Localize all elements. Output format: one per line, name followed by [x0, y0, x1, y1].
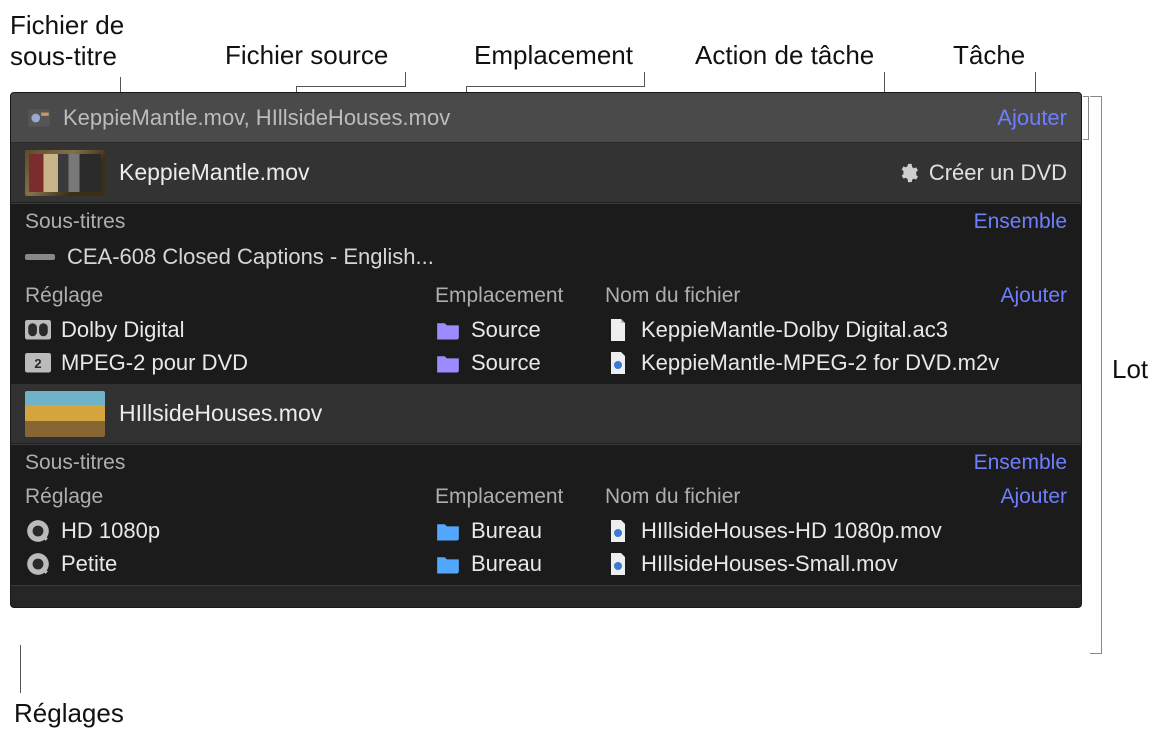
- file-icon: [605, 553, 631, 575]
- columns-header: Réglage Emplacement Nom du fichier Ajout…: [11, 280, 1081, 312]
- output-row[interactable]: Dolby Digital Source KeppieMantle-Dolby …: [11, 312, 1081, 348]
- batch-icon: [25, 104, 53, 132]
- svg-text:2: 2: [34, 356, 41, 371]
- captions-set-button[interactable]: Ensemble: [974, 210, 1067, 234]
- batch-panel: KeppieMantle.mov, HIllsideHouses.mov Ajo…: [10, 92, 1082, 608]
- output-filename-label: HIllsideHouses-Small.mov: [641, 551, 898, 577]
- caption-item-label: CEA-608 Closed Captions - English...: [67, 244, 434, 270]
- col-header-setting: Réglage: [25, 284, 435, 308]
- leader-line: [20, 645, 21, 693]
- task-thumbnail: [25, 391, 105, 437]
- callout-task: Tâche: [953, 40, 1025, 71]
- captions-header: Sous-titres: [25, 210, 125, 234]
- file-icon: [605, 352, 631, 374]
- file-icon: [605, 319, 631, 341]
- output-location-label: Bureau: [471, 551, 542, 577]
- output-setting-label: MPEG-2 pour DVD: [61, 350, 248, 376]
- folder-icon: [435, 520, 461, 542]
- col-header-location: Emplacement: [435, 284, 605, 308]
- callout-subtitle-file: Fichier de sous-titre: [10, 10, 124, 72]
- callout-batch: Lot: [1112, 354, 1148, 385]
- callout-location: Emplacement: [474, 40, 633, 71]
- col-header-setting: Réglage: [25, 485, 435, 509]
- captions-header-row: Sous-titres Ensemble: [11, 204, 1081, 240]
- folder-icon: [435, 352, 461, 374]
- task-section: Sous-titres Ensemble CEA-608 Closed Capt…: [11, 203, 1081, 384]
- gear-icon[interactable]: [897, 162, 919, 184]
- output-row[interactable]: 2 MPEG-2 pour DVD Source KeppieMantle-MP…: [11, 348, 1081, 384]
- batch-add-button[interactable]: Ajouter: [997, 105, 1067, 131]
- col-header-filename: Nom du fichier: [605, 485, 1000, 509]
- task-row[interactable]: HIllsideHouses.mov: [11, 384, 1081, 444]
- columns-header: Réglage Emplacement Nom du fichier Ajout…: [11, 481, 1081, 513]
- output-setting-label: HD 1080p: [61, 518, 160, 544]
- task-section: Sous-titres Ensemble Réglage Emplacement…: [11, 444, 1081, 585]
- task-action-label[interactable]: Créer un DVD: [929, 160, 1067, 186]
- captions-header: Sous-titres: [25, 451, 125, 475]
- folder-icon: [435, 553, 461, 575]
- caption-row[interactable]: CEA-608 Closed Captions - English...: [11, 240, 1081, 280]
- task-name: KeppieMantle.mov: [119, 159, 310, 186]
- leader-line: [405, 72, 406, 87]
- callout-source-file: Fichier source: [225, 40, 388, 71]
- add-output-button[interactable]: Ajouter: [1000, 485, 1067, 509]
- output-row[interactable]: HD 1080p Bureau HIllsideHouses-HD 1080p.…: [11, 513, 1081, 549]
- add-output-button[interactable]: Ajouter: [1000, 284, 1067, 308]
- col-header-location: Emplacement: [435, 485, 605, 509]
- bracket-task: [1083, 96, 1089, 140]
- quicktime-icon: [25, 520, 51, 542]
- quicktime-icon: [25, 553, 51, 575]
- callout-task-action: Action de tâche: [695, 40, 874, 71]
- output-location-label: Bureau: [471, 518, 542, 544]
- mpeg2-icon: 2: [25, 352, 51, 374]
- batch-header[interactable]: KeppieMantle.mov, HIllsideHouses.mov Ajo…: [11, 93, 1081, 143]
- folder-icon: [435, 319, 461, 341]
- output-row[interactable]: Petite Bureau HIllsideHouses-Small.mov: [11, 549, 1081, 585]
- output-setting-label: Petite: [61, 551, 117, 577]
- output-filename-label: KeppieMantle-Dolby Digital.ac3: [641, 317, 948, 343]
- dolby-icon: [25, 319, 51, 341]
- bracket-batch: [1090, 96, 1102, 654]
- batch-files: KeppieMantle.mov, HIllsideHouses.mov: [63, 105, 450, 131]
- file-icon: [605, 520, 631, 542]
- task-name: HIllsideHouses.mov: [119, 400, 322, 427]
- output-location-label: Source: [471, 317, 541, 343]
- col-header-filename: Nom du fichier: [605, 284, 1000, 308]
- captions-set-button[interactable]: Ensemble: [974, 451, 1067, 475]
- task-thumbnail: [25, 150, 105, 196]
- callout-settings: Réglages: [14, 698, 124, 729]
- leader-line: [296, 86, 406, 87]
- task-row[interactable]: KeppieMantle.mov Créer un DVD: [11, 143, 1081, 203]
- caption-swatch-icon: [25, 254, 55, 260]
- captions-header-row: Sous-titres Ensemble: [11, 445, 1081, 481]
- output-filename-label: HIllsideHouses-HD 1080p.mov: [641, 518, 942, 544]
- leader-line: [466, 86, 645, 87]
- output-location-label: Source: [471, 350, 541, 376]
- leader-line: [644, 72, 645, 87]
- output-filename-label: KeppieMantle-MPEG-2 for DVD.m2v: [641, 350, 999, 376]
- output-setting-label: Dolby Digital: [61, 317, 185, 343]
- panel-footer: [11, 585, 1081, 607]
